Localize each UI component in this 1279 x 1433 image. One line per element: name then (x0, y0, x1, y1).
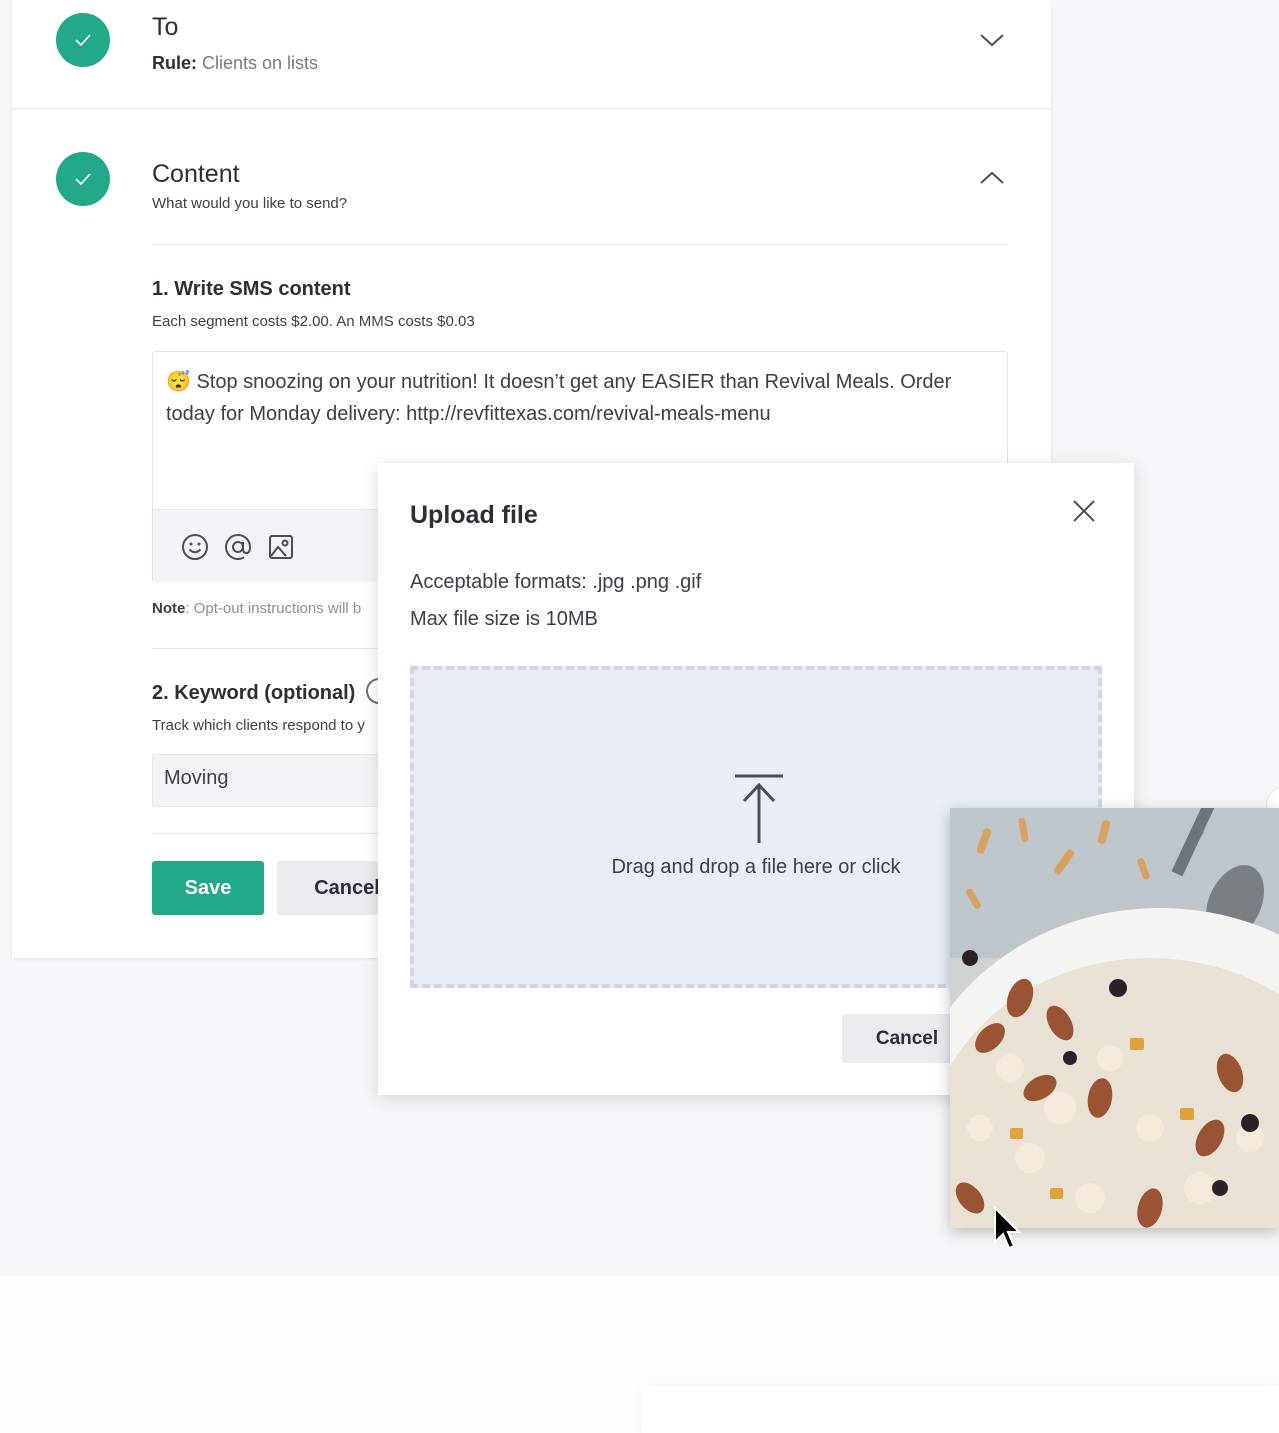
rule-value: Clients on lists (202, 53, 319, 73)
granola-photo (950, 808, 1279, 1228)
opt-out-note: Note: Opt-out instructions will b (152, 600, 361, 617)
keyword-divider (152, 833, 392, 834)
mouse-cursor-icon (994, 1206, 1022, 1250)
sms-message-body: Stop snoozing on your nutrition! It does… (166, 371, 952, 425)
chevron-up-icon[interactable] (979, 170, 1005, 186)
sleeping-emoji-icon: 😴 (166, 371, 191, 393)
to-step-title: To (152, 13, 179, 41)
keyword-heading: 2. Keyword (optional) (152, 682, 356, 704)
keyword-description: Track which clients respond to y (152, 717, 365, 734)
next-card (642, 1386, 1279, 1433)
sms-cost-note: Each segment costs $2.00. An MMS costs $… (152, 313, 475, 330)
content-step-subtitle: What would you like to send? (152, 195, 348, 212)
rule-label: Rule: (152, 53, 197, 73)
sms-message-text[interactable]: 😴 Stop snoozing on your nutrition! It do… (166, 366, 996, 430)
content-step-check-icon (56, 152, 110, 206)
to-step-check-icon (56, 13, 110, 67)
chevron-down-icon[interactable] (979, 32, 1005, 48)
to-step-rule: Rule: Clients on lists (152, 53, 318, 74)
modal-title: Upload file (410, 501, 538, 529)
close-icon[interactable] (1070, 497, 1098, 525)
step-divider (12, 108, 1051, 109)
image-icon[interactable] (266, 532, 296, 562)
dragged-image[interactable] (950, 808, 1279, 1228)
content-step-title: Content (152, 160, 240, 188)
content-divider (152, 244, 1008, 245)
save-button[interactable]: Save (152, 861, 264, 915)
note-text: : Opt-out instructions will b (185, 600, 362, 617)
max-file-size: Max file size is 10MB (410, 608, 598, 630)
upload-arrow-icon (735, 774, 783, 843)
sms-divider (152, 648, 392, 649)
note-label: Note (152, 600, 186, 617)
mention-icon[interactable] (223, 532, 253, 562)
emoji-icon[interactable] (180, 532, 210, 562)
sms-heading: 1. Write SMS content (152, 278, 351, 300)
accepted-formats: Acceptable formats: .jpg .png .gif (410, 571, 702, 593)
